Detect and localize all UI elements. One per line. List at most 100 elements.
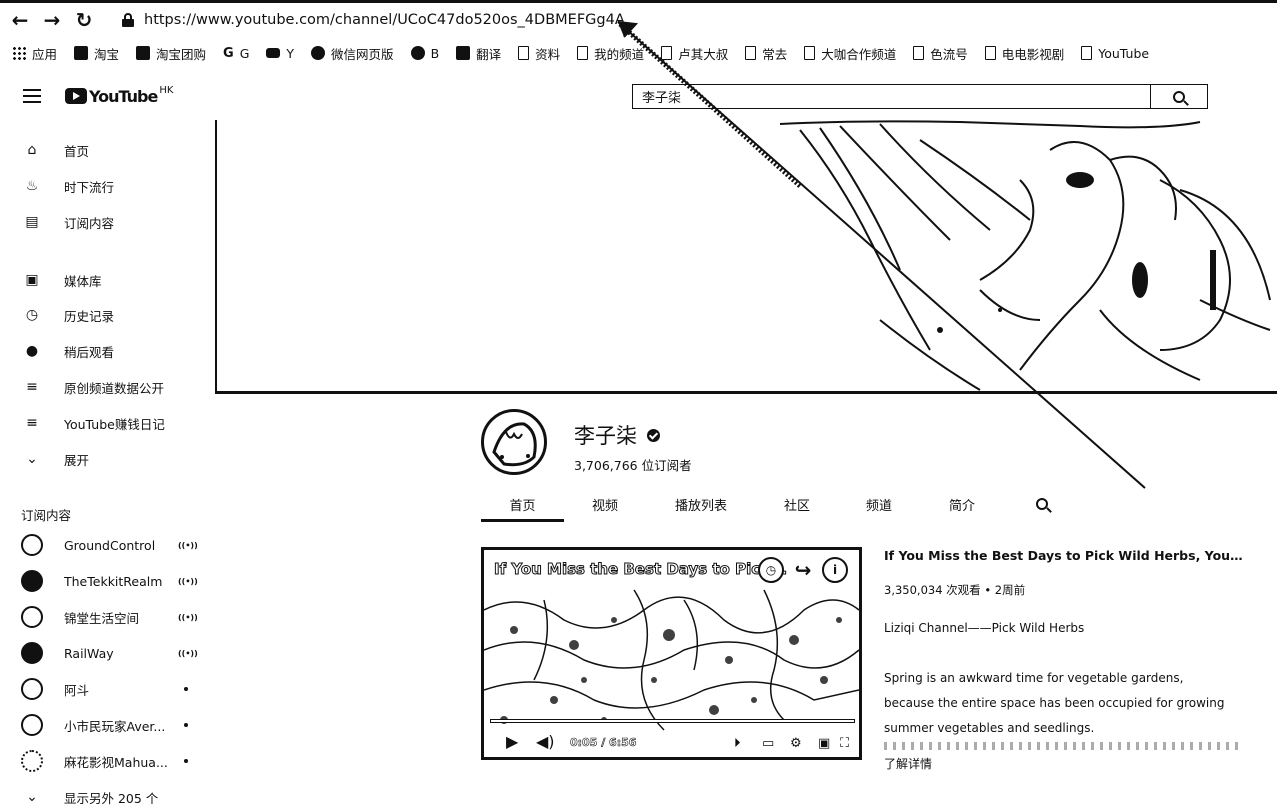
bookmark-taobao-group[interactable]: 淘宝团购 bbox=[136, 44, 206, 63]
bookmark-taobao[interactable]: 淘宝 bbox=[74, 44, 119, 63]
bookmark-translate[interactable]: 翻译 bbox=[456, 44, 501, 63]
subscriptions-icon: ▤ bbox=[25, 214, 39, 230]
miniplayer-icon[interactable]: ▣ bbox=[818, 736, 830, 751]
autoplay-icon[interactable]: ⏵ bbox=[734, 736, 741, 751]
search-button[interactable] bbox=[1151, 85, 1207, 108]
forward-button[interactable]: → bbox=[36, 4, 68, 36]
subscription-item[interactable]: 小市民玩家Aver... bbox=[0, 707, 215, 743]
folder-icon bbox=[577, 46, 589, 60]
back-button[interactable]: ← bbox=[4, 4, 36, 36]
subscriber-count: 3,706,766 位订阅者 bbox=[574, 458, 692, 473]
bookmark-google[interactable]: GG bbox=[223, 46, 249, 61]
taobao-group-icon bbox=[136, 46, 151, 60]
channel-tabs: 首页 视频 播放列表 社区 频道 简介 bbox=[481, 490, 1081, 522]
bookmark-wechat[interactable]: 微信网页版 bbox=[311, 44, 394, 63]
folder-icon bbox=[984, 46, 996, 60]
bookmark-folder-collab[interactable]: 大咖合作频道 bbox=[804, 44, 896, 63]
video-description-line: Liziqi Channel——Pick Wild Herbs bbox=[884, 621, 1085, 635]
video-time: 0:05 / 6:56 bbox=[570, 736, 637, 750]
home-icon: ⌂ bbox=[27, 142, 37, 158]
folder-icon bbox=[1081, 46, 1093, 60]
new-content-dot bbox=[184, 723, 188, 727]
search-input[interactable]: 李子柒 bbox=[633, 85, 1151, 108]
bookmark-folder-my-channel[interactable]: 我的频道 bbox=[577, 44, 644, 63]
bookmark-folder-luqi[interactable]: 卢其大叔 bbox=[661, 44, 728, 63]
avatar bbox=[21, 714, 43, 736]
sidebar-item-playlist-diary[interactable]: ≡ YouTube赚钱日记 bbox=[0, 405, 215, 441]
play-icon[interactable]: ▶ bbox=[506, 732, 518, 751]
subscription-item[interactable]: 麻花影视Mahua... bbox=[0, 743, 215, 779]
subscription-item[interactable]: 锦堂生活空间 ((•)) bbox=[0, 599, 215, 635]
subscriptions-section-title: 订阅内容 bbox=[21, 508, 72, 523]
avatar bbox=[21, 606, 43, 628]
youtube-logo[interactable]: YouTube HK bbox=[65, 85, 173, 106]
description-fade bbox=[884, 742, 1244, 750]
sidebar-item-trending[interactable]: ♨ 时下流行 bbox=[0, 168, 215, 204]
channel-avatar[interactable] bbox=[481, 409, 547, 475]
folder-icon bbox=[804, 46, 816, 60]
bookmark-folder-movies[interactable]: 电电影视剧 bbox=[984, 44, 1064, 63]
volume-icon[interactable]: ◀) bbox=[536, 732, 555, 751]
tab-channels[interactable]: 频道 bbox=[855, 490, 903, 522]
avatar bbox=[21, 750, 43, 772]
bookmark-folder-seliu[interactable]: 色流号 bbox=[913, 44, 968, 63]
subscription-item[interactable]: 阿斗 bbox=[0, 671, 215, 707]
avatar bbox=[21, 642, 43, 664]
reload-button[interactable]: ↻ bbox=[68, 4, 100, 36]
video-progress-bar[interactable] bbox=[490, 719, 855, 723]
sidebar-item-home[interactable]: ⌂ 首页 bbox=[0, 132, 215, 168]
subscription-item[interactable]: GroundControl ((•)) bbox=[0, 527, 215, 563]
read-more-link[interactable]: 了解详情 bbox=[884, 755, 932, 772]
subtitles-icon[interactable]: ▭ bbox=[762, 736, 774, 751]
sidebar-show-more[interactable]: ⌄ 显示另外 205 个 bbox=[0, 779, 215, 807]
channel-avatar-image bbox=[486, 414, 542, 470]
tab-search[interactable] bbox=[1026, 490, 1058, 522]
channel-banner bbox=[215, 120, 1277, 394]
video-meta: 3,350,034 次观看 • 2周前 bbox=[884, 583, 1026, 597]
folder-icon bbox=[913, 46, 925, 60]
translate-icon bbox=[456, 46, 471, 60]
share-icon[interactable]: ↪ bbox=[790, 557, 816, 583]
tab-videos[interactable]: 视频 bbox=[581, 490, 629, 522]
fullscreen-icon[interactable]: ⛶ bbox=[840, 736, 849, 751]
hamburger-menu-icon[interactable] bbox=[23, 89, 41, 103]
sidebar-item-history[interactable]: ◷ 历史记录 bbox=[0, 297, 215, 333]
video-title-link[interactable]: If You Miss the Best Days to Pick Wild H… bbox=[884, 548, 1244, 563]
new-content-dot bbox=[184, 687, 188, 691]
google-icon: G bbox=[223, 45, 234, 61]
sidebar-item-expand[interactable]: ⌄ 展开 bbox=[0, 441, 215, 477]
bookmark-folder-ziliao[interactable]: 资料 bbox=[518, 44, 560, 63]
info-icon[interactable]: i bbox=[822, 557, 848, 583]
youtube-icon bbox=[266, 48, 281, 58]
chevron-down-icon: ⌄ bbox=[26, 451, 38, 467]
sidebar-item-watch-later[interactable]: ● 稍后观看 bbox=[0, 333, 215, 369]
bookmark-folder-youtube[interactable]: YouTube bbox=[1081, 46, 1149, 61]
search-icon bbox=[1173, 90, 1185, 103]
channel-name: 李子柒 bbox=[574, 420, 660, 450]
featured-video-player[interactable]: If You Miss the Best Days to Pick... ◷ ↪… bbox=[481, 547, 862, 760]
tab-community[interactable]: 社区 bbox=[773, 490, 821, 522]
baidu-icon bbox=[410, 46, 425, 60]
subscription-item[interactable]: TheTekkitRealm ((•)) bbox=[0, 563, 215, 599]
taobao-icon bbox=[74, 46, 89, 60]
bookmark-youtube[interactable]: Y bbox=[266, 46, 294, 61]
watch-later-icon[interactable]: ◷ bbox=[758, 557, 784, 583]
live-icon: ((•)) bbox=[178, 612, 198, 622]
bookmark-apps[interactable]: 应用 bbox=[12, 44, 57, 63]
settings-icon[interactable]: ⚙ bbox=[790, 736, 802, 751]
tab-about[interactable]: 简介 bbox=[938, 490, 986, 522]
address-bar[interactable]: https://www.youtube.com/channel/UCoC47do… bbox=[144, 12, 625, 28]
subscription-item[interactable]: RailWay ((•)) bbox=[0, 635, 215, 671]
sidebar-item-subscriptions[interactable]: ▤ 订阅内容 bbox=[0, 204, 215, 240]
browser-toolbar: ← → ↻ https://www.youtube.com/channel/UC… bbox=[0, 3, 1277, 37]
bookmark-baidu[interactable]: B bbox=[410, 46, 439, 61]
tab-home[interactable]: 首页 bbox=[481, 490, 564, 522]
tab-playlists[interactable]: 播放列表 bbox=[669, 490, 733, 522]
bookmark-folder-changqu[interactable]: 常去 bbox=[745, 44, 787, 63]
folder-icon bbox=[661, 46, 673, 60]
bookmarks-bar: 应用 淘宝 淘宝团购 GG Y 微信网页版 B 翻译 资料 我的频道 卢其大叔 … bbox=[0, 40, 1277, 66]
sidebar-item-playlist-original[interactable]: ≡ 原创频道数据公开 bbox=[0, 369, 215, 405]
sidebar-item-library[interactable]: ▣ 媒体库 bbox=[0, 262, 215, 298]
playlist-icon: ≡ bbox=[26, 415, 38, 431]
avatar bbox=[21, 570, 43, 592]
